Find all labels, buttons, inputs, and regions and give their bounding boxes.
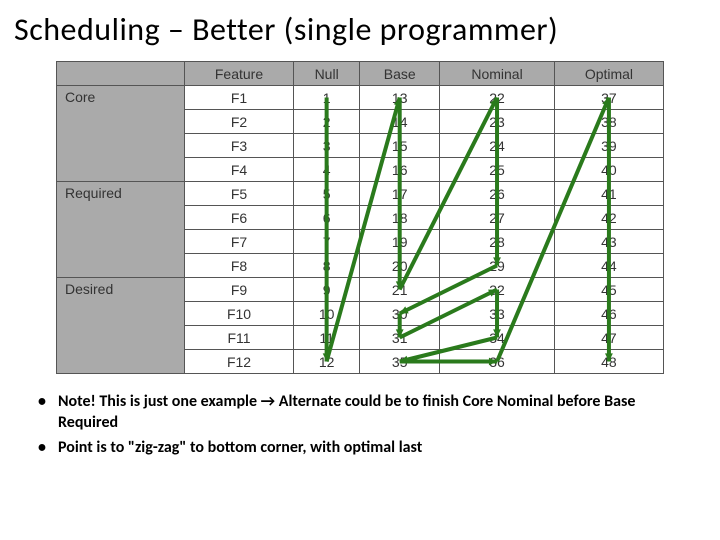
- cell-base: 13: [360, 86, 440, 110]
- cell-null: 8: [294, 254, 360, 278]
- cell-null: 12: [294, 350, 360, 374]
- cell-optimal: 44: [554, 254, 663, 278]
- col-null: Null: [294, 62, 360, 86]
- cell-nominal: 32: [440, 278, 555, 302]
- cell-base: 21: [360, 278, 440, 302]
- cell-nominal: 22: [440, 86, 555, 110]
- col-blank: [57, 62, 185, 86]
- cell-base: 17: [360, 182, 440, 206]
- cell-optimal: 39: [554, 134, 663, 158]
- note-item: Point is to "zig-zag" to bottom corner, …: [30, 438, 690, 459]
- cell-null: 5: [294, 182, 360, 206]
- col-base: Base: [360, 62, 440, 86]
- cell-nominal: 24: [440, 134, 555, 158]
- cell-optimal: 41: [554, 182, 663, 206]
- cell-nominal: 23: [440, 110, 555, 134]
- schedule-table: Feature Null Base Nominal Optimal CoreF1…: [56, 61, 664, 374]
- cell-feature: F8: [184, 254, 293, 278]
- cell-feature: F2: [184, 110, 293, 134]
- table-row: CoreF11132237: [57, 86, 664, 110]
- cell-optimal: 42: [554, 206, 663, 230]
- col-nominal: Nominal: [440, 62, 555, 86]
- cell-nominal: 29: [440, 254, 555, 278]
- cell-base: 30: [360, 302, 440, 326]
- cell-null: 6: [294, 206, 360, 230]
- cell-base: 16: [360, 158, 440, 182]
- cell-nominal: 28: [440, 230, 555, 254]
- cell-optimal: 38: [554, 110, 663, 134]
- cell-optimal: 47: [554, 326, 663, 350]
- cell-optimal: 46: [554, 302, 663, 326]
- cell-base: 18: [360, 206, 440, 230]
- cell-nominal: 26: [440, 182, 555, 206]
- cell-nominal: 34: [440, 326, 555, 350]
- cell-null: 10: [294, 302, 360, 326]
- category-cell: Desired: [57, 278, 185, 374]
- cell-base: 19: [360, 230, 440, 254]
- cell-null: 3: [294, 134, 360, 158]
- cell-feature: F5: [184, 182, 293, 206]
- cell-feature: F11: [184, 326, 293, 350]
- category-cell: Core: [57, 86, 185, 182]
- cell-feature: F9: [184, 278, 293, 302]
- cell-optimal: 43: [554, 230, 663, 254]
- cell-null: 11: [294, 326, 360, 350]
- cell-optimal: 48: [554, 350, 663, 374]
- cell-feature: F10: [184, 302, 293, 326]
- cell-feature: F12: [184, 350, 293, 374]
- table-row: DesiredF99213245: [57, 278, 664, 302]
- cell-nominal: 36: [440, 350, 555, 374]
- cell-null: 7: [294, 230, 360, 254]
- cell-optimal: 45: [554, 278, 663, 302]
- header-row: Feature Null Base Nominal Optimal: [57, 62, 664, 86]
- cell-base: 15: [360, 134, 440, 158]
- cell-feature: F3: [184, 134, 293, 158]
- cell-feature: F1: [184, 86, 293, 110]
- cell-null: 9: [294, 278, 360, 302]
- cell-optimal: 40: [554, 158, 663, 182]
- cell-null: 2: [294, 110, 360, 134]
- cell-feature: F4: [184, 158, 293, 182]
- cell-feature: F7: [184, 230, 293, 254]
- cell-base: 14: [360, 110, 440, 134]
- page-title: Scheduling – Better (single programmer): [0, 0, 720, 55]
- cell-optimal: 37: [554, 86, 663, 110]
- schedule-table-wrap: Feature Null Base Nominal Optimal CoreF1…: [56, 61, 664, 374]
- category-cell: Required: [57, 182, 185, 278]
- col-optimal: Optimal: [554, 62, 663, 86]
- cell-null: 4: [294, 158, 360, 182]
- cell-base: 31: [360, 326, 440, 350]
- table-row: RequiredF55172641: [57, 182, 664, 206]
- note-item: Note! This is just one example → Alterna…: [30, 392, 690, 434]
- cell-feature: F6: [184, 206, 293, 230]
- cell-base: 20: [360, 254, 440, 278]
- cell-base: 35: [360, 350, 440, 374]
- cell-nominal: 27: [440, 206, 555, 230]
- cell-nominal: 25: [440, 158, 555, 182]
- col-feature: Feature: [184, 62, 293, 86]
- cell-nominal: 33: [440, 302, 555, 326]
- cell-null: 1: [294, 86, 360, 110]
- notes-section: Note! This is just one example → Alterna…: [30, 392, 690, 458]
